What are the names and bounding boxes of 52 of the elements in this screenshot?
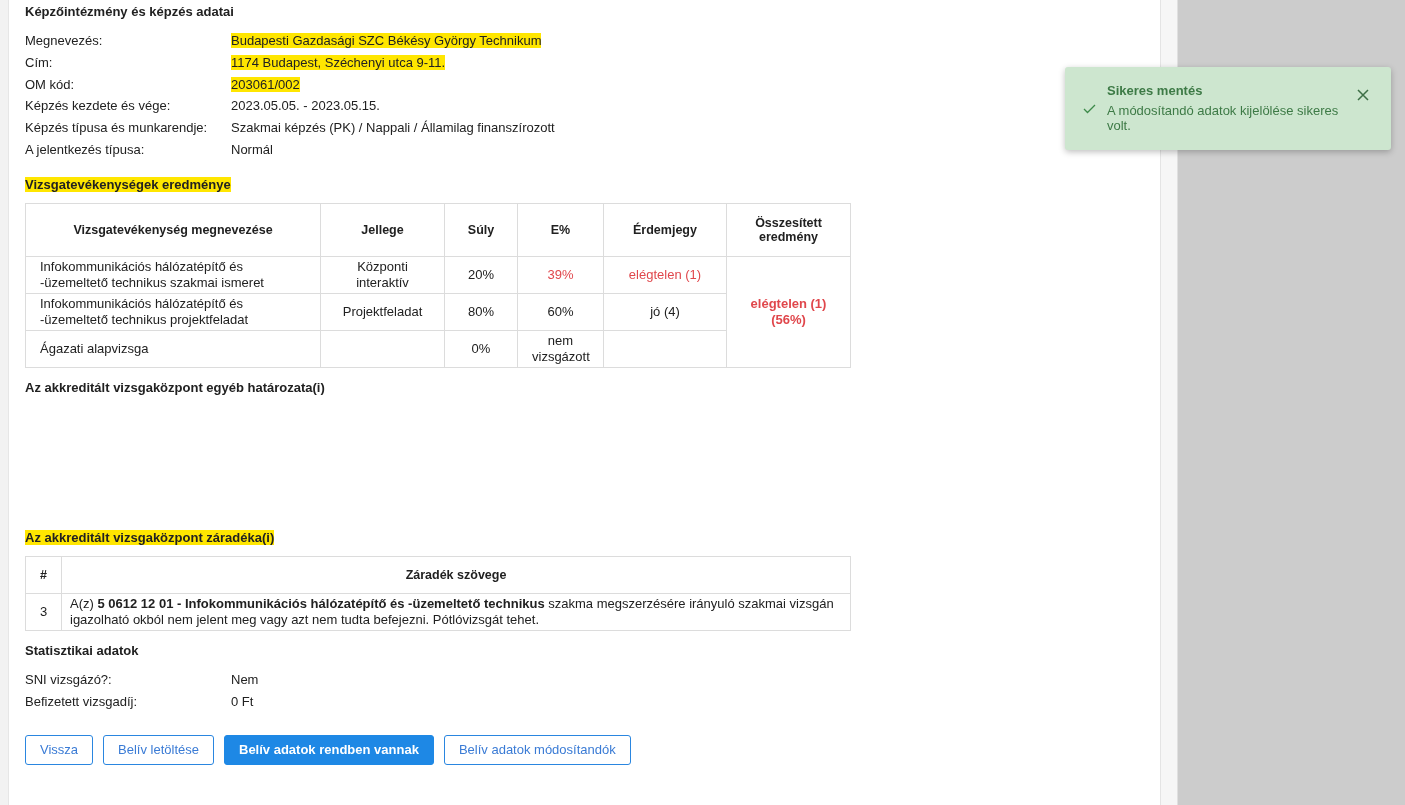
- field-value: Budapesti Gazdasági SZC Békésy György Technikum: [231, 33, 542, 49]
- field-label: Képzés típusa és munkarendje:: [25, 120, 209, 136]
- column-header: Érdemjegy: [603, 203, 727, 257]
- action-button[interactable]: Vissza: [25, 734, 94, 765]
- field-label: Befizetett vizsgadíj:: [25, 694, 138, 710]
- table-cell: A(z) 5 0612 12 01 - Infokommunikációs hálózatépítő és -üzemeltető technikus szakma megszerzésére irányuló szakmai vizsgán igazolható okból nem jelent meg vagy azt nem tudta befejezni. Pótlóvizsgát tehet.: [61, 593, 851, 631]
- column-header: Vizsgatevékenység megnevezése: [25, 203, 321, 257]
- column-header: #: [25, 556, 62, 594]
- field-value: 203061/002: [231, 76, 300, 92]
- section-heading: Az akkreditált vizsgaközpont egyéb határozata(i): [25, 380, 325, 396]
- table-cell: Projektfeladat: [320, 293, 445, 331]
- column-header: E%: [517, 203, 604, 257]
- field-label: A jelentkezés típusa:: [25, 141, 146, 157]
- field-value: Normál: [231, 141, 273, 157]
- table-cell: 20%: [444, 256, 518, 294]
- table-cell: elégtelen (1): [603, 256, 727, 294]
- toast-title: Sikeres mentés: [1107, 83, 1204, 98]
- table-cell: nem vizsgázott: [517, 330, 604, 368]
- section-heading: Képzőintézmény és képzés adatai: [25, 4, 234, 19]
- field-value: 1174 Budapest, Széchenyi utca 9-11.: [231, 55, 446, 71]
- action-button[interactable]: Belív adatok módosítandók: [443, 734, 631, 765]
- section-heading: Vizsgatevékenységek eredménye: [25, 177, 231, 193]
- table-cell: Infokommunikációs hálózatépítő és -üzemeltető technikus projektfeladat: [25, 293, 321, 331]
- table-cell: Központi interaktív: [320, 256, 445, 294]
- column-header: Súly: [444, 203, 518, 257]
- table-cell: 39%: [517, 256, 604, 294]
- toast-message: A módosítandó adatok kijelölése sikeres volt.: [1107, 103, 1340, 133]
- field-label: OM kód:: [25, 76, 76, 92]
- check-icon: [1083, 104, 1096, 114]
- field-value: Nem: [231, 672, 259, 688]
- section-heading: Az akkreditált vizsgaközpont záradéka(i): [25, 530, 275, 546]
- field-label: Képzés kezdete és vége:: [25, 98, 172, 114]
- field-value: 0 Ft: [231, 694, 254, 710]
- column-header: Összesített eredmény: [726, 203, 851, 257]
- field-value: 2023.05.05. - 2023.05.15.: [231, 98, 380, 114]
- column-header: Záradék szövege: [61, 556, 851, 594]
- table-cell: Ágazati alapvizsga: [25, 330, 321, 368]
- action-button[interactable]: Belív letöltése: [103, 734, 214, 765]
- summary-cell: elégtelen (1) (56%): [726, 256, 851, 368]
- close-icon[interactable]: [1357, 89, 1369, 101]
- field-label: Megnevezés:: [25, 33, 104, 49]
- action-button[interactable]: Belív adatok rendben vannak: [224, 734, 434, 765]
- field-value: Szakmai képzés (PK) / Nappali / Államilag finanszírozott: [231, 120, 555, 136]
- table-cell: 80%: [444, 293, 518, 331]
- field-label: SNI vizsgázó?:: [25, 672, 113, 688]
- table-cell: 3: [25, 593, 62, 631]
- field-label: Cím:: [25, 55, 54, 71]
- section-heading: Statisztikai adatok: [25, 643, 139, 659]
- table-cell: Infokommunikációs hálózatépítő és -üzemeltető technikus szakmai ismeret: [25, 256, 321, 294]
- table-cell: 60%: [517, 293, 604, 331]
- table-cell: 0%: [444, 330, 518, 368]
- column-header: Jellege: [320, 203, 445, 257]
